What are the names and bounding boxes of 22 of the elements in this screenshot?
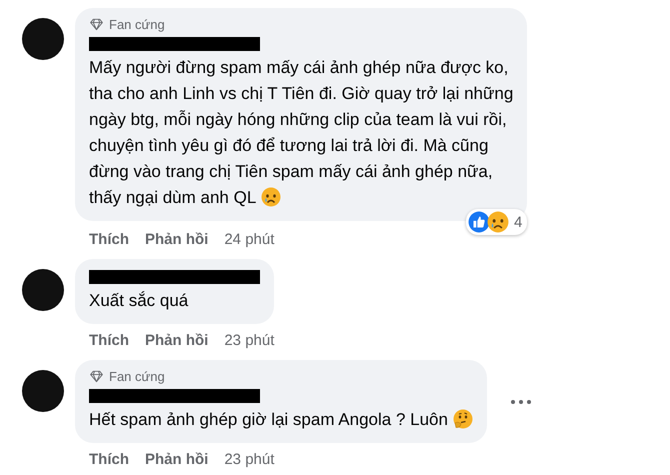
comment-time: 24 phút <box>224 231 274 248</box>
like-link[interactable]: Thích <box>89 451 129 468</box>
badge-label: Fan cứng <box>109 17 165 32</box>
reply-link[interactable]: Phản hồi <box>145 231 208 248</box>
reply-link[interactable]: Phản hồi <box>145 332 208 349</box>
comment-text: Xuất sắc quá <box>89 291 188 310</box>
badge-label: Fan cứng <box>109 369 165 384</box>
comment-text: Mấy người đừng spam mấy cái ảnh ghép nữa được ko, tha cho anh Linh vs chị T Tiên đi. Giờ quay trở lại những ngày btg, mỗi ngày hóng những clip của team là vui rồi, chuyện tình yêu gì đó để tương lai trả lời đi. Mà cũng đừng vào trang chị Tiên spam mấy cái ảnh ghép nữa, thấy ngại dùm anh QL <box>89 58 514 207</box>
reply-link[interactable]: Phản hồi <box>145 451 208 468</box>
diamond-icon <box>89 18 104 31</box>
like-link[interactable]: Thích <box>89 332 129 349</box>
more-options-icon[interactable] <box>508 398 533 406</box>
avatar[interactable] <box>22 18 64 60</box>
diamond-icon <box>89 370 104 383</box>
avatar[interactable] <box>22 269 64 311</box>
like-link[interactable]: Thích <box>89 231 129 248</box>
avatar[interactable] <box>22 370 64 412</box>
comment-time: 23 phút <box>224 332 274 349</box>
reaction-count: 4 <box>514 214 522 230</box>
comment-text: Hết spam ảnh ghép giờ lại spam Angola ? Luôn <box>89 410 448 429</box>
comment-time: 23 phút <box>224 451 274 468</box>
reaction-summary[interactable]: 4 <box>466 209 528 235</box>
